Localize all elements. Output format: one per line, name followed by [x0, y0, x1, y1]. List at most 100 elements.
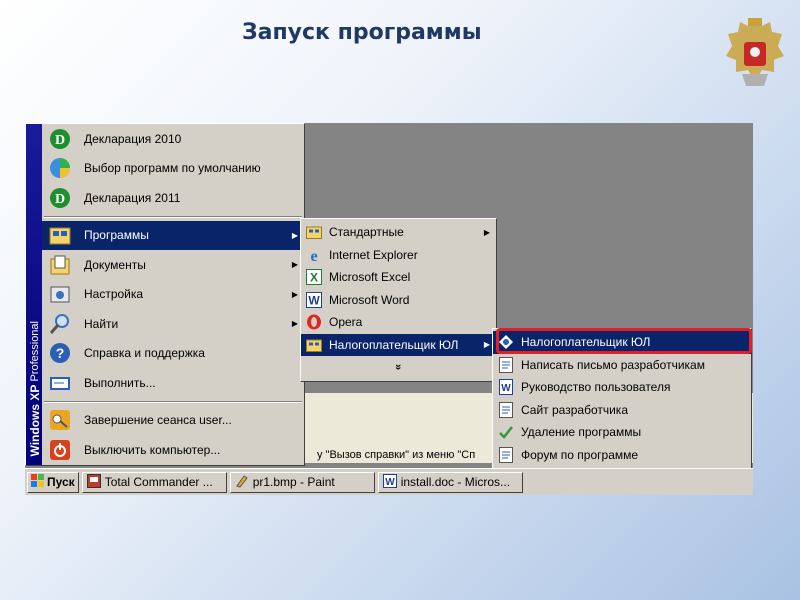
doc-icon [497, 356, 514, 373]
shutdown-icon [48, 438, 72, 462]
programs-item-label: Стандартные [329, 225, 404, 240]
task-label: install.doc - Micros... [400, 475, 511, 489]
excel-icon: X [305, 269, 322, 286]
task-paint[interactable]: pr1.bmp - Paint [229, 471, 375, 493]
task-label: Total Commander ... [104, 475, 213, 489]
start-item-label: Декларация 2010 [84, 131, 182, 146]
start-item-search[interactable]: Найти ▶ [42, 309, 304, 339]
program-group-icon [305, 224, 322, 241]
coat-of-arms-icon [726, 18, 784, 86]
declaration-icon: D [48, 127, 72, 151]
start-item-declaration-2011[interactable]: D Декларация 2011 [42, 183, 304, 213]
start-item-label: Найти [84, 316, 119, 331]
programs-item-label: Налогоплательщик ЮЛ [329, 337, 459, 352]
start-item-settings[interactable]: Настройка ▶ [42, 280, 304, 310]
logoff-icon [48, 408, 72, 432]
programs-item-standard[interactable]: Стандартные ▶ [301, 221, 496, 244]
taxpayer-item-write-developers[interactable]: Написать письмо разработчикам [493, 354, 751, 377]
program-group-icon [305, 336, 322, 353]
taxpayer-item-label: Форум по программе [521, 447, 639, 462]
windows-logo-icon [31, 474, 45, 490]
programs-submenu: Стандартные ▶ e Internet Explorer X Micr… [300, 218, 497, 382]
start-menu-banner-text: Windows XP Professional [28, 321, 42, 457]
task-word-doc[interactable]: W install.doc - Micros... [377, 471, 523, 493]
svg-text:D: D [55, 133, 65, 148]
default-programs-icon [48, 156, 72, 180]
start-menu: Windows XP Professional D Декларация 201… [25, 123, 305, 466]
programs-item-label: Microsoft Word [329, 292, 410, 307]
start-item-label: Справка и поддержка [84, 346, 205, 361]
slide-title: Запуск программы [242, 20, 482, 45]
svg-text:D: D [55, 192, 65, 207]
xp-screenshot: у "Вызов справки" из меню "Сп Windows XP… [25, 123, 753, 495]
start-item-declaration-2010[interactable]: D Декларация 2010 [42, 124, 304, 154]
submenu-arrow-icon: ▶ [483, 227, 490, 237]
start-item-default-programs[interactable]: Выбор программ по умолчанию [42, 154, 304, 184]
uninstall-icon [497, 424, 514, 441]
start-item-label: Выключить компьютер... [84, 442, 221, 457]
submenu-arrow-icon: ▶ [291, 289, 298, 299]
taxpayer-item-label: Удаление программы [521, 425, 642, 440]
documents-icon [48, 253, 72, 277]
programs-item-label: Internet Explorer [329, 247, 418, 262]
start-item-label: Программы [84, 228, 149, 243]
manual-icon: W [497, 379, 514, 396]
ie-icon: e [305, 246, 322, 263]
run-icon [48, 371, 72, 395]
svg-text:e: e [310, 248, 317, 263]
submenu-arrow-icon: ▶ [291, 260, 298, 270]
search-icon [48, 312, 72, 336]
taxpayer-item-label: Написать письмо разработчикам [521, 357, 705, 372]
programs-item-label: Microsoft Excel [329, 270, 411, 285]
submenu-arrow-icon: ▶ [483, 340, 490, 350]
start-button-label: Пуск [47, 475, 75, 489]
paint-icon [235, 474, 249, 491]
menu-separator [44, 400, 302, 403]
programs-item-excel[interactable]: X Microsoft Excel [301, 266, 496, 289]
settings-icon [48, 282, 72, 306]
start-button[interactable]: Пуск [27, 471, 79, 493]
submenu-arrow-icon: ▶ [291, 319, 298, 329]
start-item-label: Документы [84, 257, 146, 272]
taxpayer-item-manual[interactable]: W Руководство пользователя [493, 376, 751, 399]
programs-item-taxpayer[interactable]: Налогоплательщик ЮЛ ▶ [301, 333, 496, 356]
submenu-arrow-icon: ▶ [291, 230, 298, 240]
task-total-commander[interactable]: Total Commander ... [81, 471, 227, 493]
svg-text:X: X [309, 271, 317, 285]
start-item-logoff[interactable]: Завершение сеанса user... [42, 406, 304, 436]
svg-text:W: W [308, 293, 320, 307]
declaration-icon: D [48, 186, 72, 210]
highlight-frame [496, 328, 752, 354]
doc-icon [497, 401, 514, 418]
doc-icon [497, 446, 514, 463]
svg-text:W: W [385, 477, 395, 488]
start-item-label: Декларация 2011 [84, 190, 181, 205]
programs-item-label: Opera [329, 315, 363, 330]
taxpayer-item-forum[interactable]: Форум по программе [493, 444, 751, 467]
programs-item-word[interactable]: W Microsoft Word [301, 289, 496, 312]
task-label: pr1.bmp - Paint [252, 475, 335, 489]
start-menu-banner: Windows XP Professional [26, 124, 42, 465]
taskbar: Пуск Total Commander ... pr1.bmp - Paint… [25, 468, 753, 495]
help-icon: ? [48, 341, 72, 365]
taxpayer-item-label: Руководство пользователя [521, 380, 671, 395]
programs-item-ie[interactable]: e Internet Explorer [301, 244, 496, 267]
start-item-run[interactable]: Выполнить... [42, 368, 304, 398]
word-icon: W [305, 291, 322, 308]
svg-text:?: ? [56, 345, 65, 361]
taxpayer-item-label: Сайт разработчика [521, 402, 628, 417]
word-doc-icon: W [382, 473, 397, 491]
programs-more-button[interactable]: » [301, 356, 496, 379]
start-item-label: Завершение сеанса user... [84, 413, 232, 428]
taxpayer-item-dev-site[interactable]: Сайт разработчика [493, 399, 751, 422]
svg-text:W: W [501, 383, 511, 394]
taxpayer-item-uninstall[interactable]: Удаление программы [493, 421, 751, 444]
background-window-text: у "Вызов справки" из меню "Сп [317, 449, 476, 461]
start-item-documents[interactable]: Документы ▶ [42, 250, 304, 280]
start-item-programs[interactable]: Программы ▶ [42, 220, 304, 250]
menu-separator [44, 215, 302, 218]
start-item-label: Выбор программ по умолчанию [84, 161, 261, 176]
start-item-shutdown[interactable]: Выключить компьютер... [42, 435, 304, 465]
start-item-help[interactable]: ? Справка и поддержка [42, 339, 304, 369]
programs-item-opera[interactable]: Opera [301, 311, 496, 334]
